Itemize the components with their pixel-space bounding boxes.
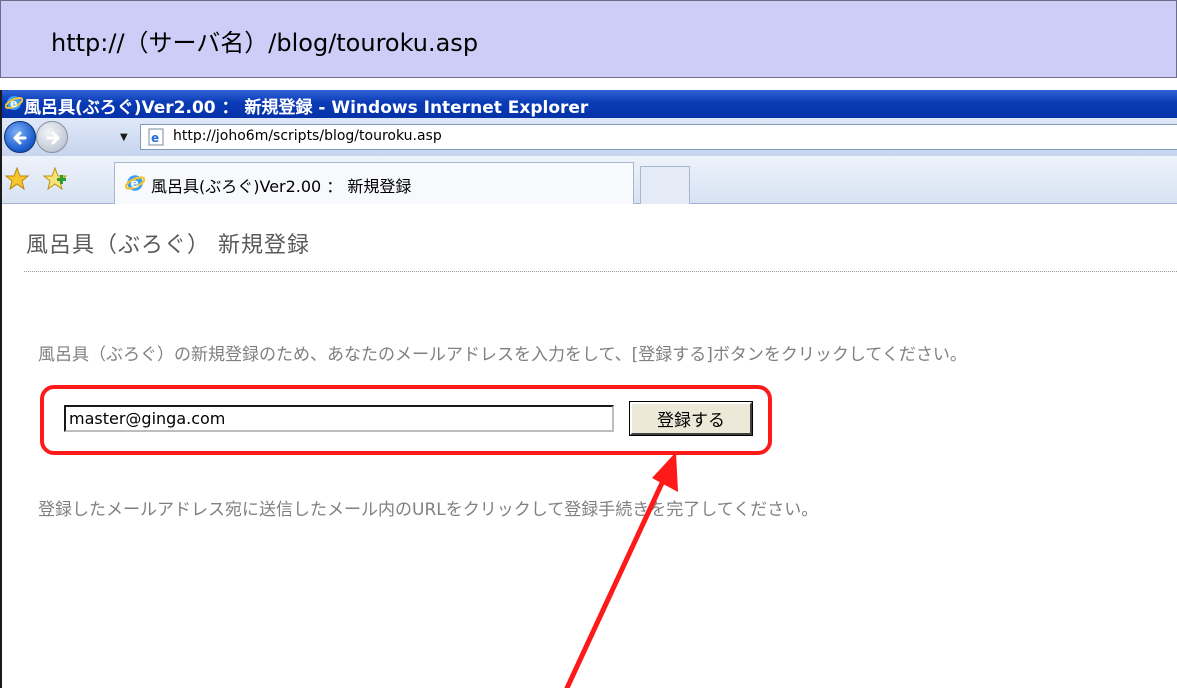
annotation-arrow [564,452,678,688]
